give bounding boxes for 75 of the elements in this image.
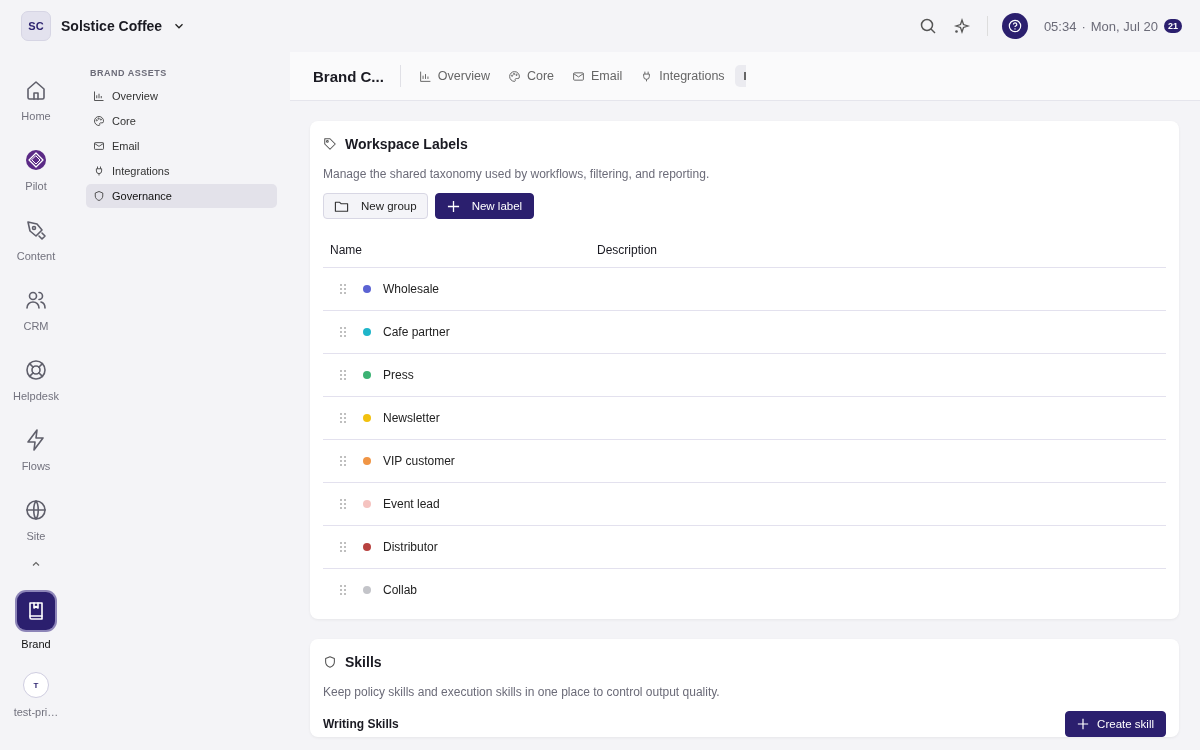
new-group-button[interactable]: New group [323, 193, 428, 219]
drag-handle-icon[interactable] [339, 455, 347, 467]
card-description: Keep policy skills and execution skills in one place to control output quality. [323, 685, 721, 699]
user-name[interactable]: test-pri… [13, 706, 59, 718]
label-name: Press [383, 368, 414, 382]
sparkle-icon[interactable] [952, 17, 971, 35]
help-button[interactable] [1001, 13, 1028, 39]
create-skill-button[interactable]: Create skill [1065, 711, 1166, 737]
notification-badge[interactable]: 21 [1164, 19, 1182, 33]
plus-icon [1077, 718, 1090, 730]
column-header: Description [596, 243, 658, 257]
palette-icon [507, 69, 521, 83]
subnav-item[interactable]: Core [86, 109, 277, 133]
plug-icon [93, 165, 105, 177]
workspace-avatar[interactable]: SC [21, 11, 51, 41]
cut-off-tab[interactable] [734, 65, 746, 87]
palette-icon [93, 115, 105, 127]
new-label-button[interactable]: New label [434, 193, 535, 219]
tab[interactable]: Email [572, 65, 623, 87]
label-name: Distributor [383, 540, 438, 554]
drag-handle-icon[interactable] [339, 498, 347, 510]
tag-icon [323, 137, 337, 151]
drag-handle-icon[interactable] [339, 283, 347, 295]
label-name: VIP customer [383, 454, 455, 468]
rail-label[interactable]: Brand [21, 638, 51, 650]
shield-icon [323, 655, 337, 669]
rail-label[interactable]: Content [16, 250, 56, 262]
section-heading: BRAND ASSETS [89, 68, 168, 80]
lifebuoy-icon[interactable] [24, 358, 48, 382]
label-name: Event lead [383, 497, 440, 511]
tab[interactable]: Overview [418, 65, 490, 87]
subnav-item[interactable]: Overview [86, 84, 277, 108]
page-title: Brand C... [313, 67, 384, 85]
pen-nib-icon[interactable] [24, 218, 48, 242]
column-header: Name [329, 243, 363, 257]
date-text: Mon, Jul 20 [1090, 18, 1158, 34]
search-icon[interactable] [918, 17, 937, 35]
bar-chart-icon [418, 69, 432, 83]
rail-label[interactable]: Helpdesk [13, 390, 59, 402]
rail-label[interactable]: Site [26, 530, 46, 542]
time-text: 05:34 [1043, 18, 1077, 34]
rail-label[interactable]: CRM [23, 320, 49, 332]
section-heading: Writing Skills [323, 717, 399, 731]
drag-handle-icon[interactable] [339, 541, 347, 553]
home-icon[interactable] [24, 78, 48, 102]
book-icon[interactable] [17, 592, 55, 630]
globe-icon[interactable] [24, 498, 48, 522]
drag-handle-icon[interactable] [339, 412, 347, 424]
help-icon[interactable] [1007, 19, 1022, 33]
separator-dot: · [1081, 18, 1086, 34]
mail-icon [93, 140, 105, 152]
shield-icon [93, 190, 105, 202]
drag-handle-icon[interactable] [339, 326, 347, 338]
card-title: Skills [345, 654, 382, 670]
subnav-item[interactable]: Integrations [86, 159, 277, 183]
tab[interactable]: Integrations [640, 65, 725, 87]
workspace-name[interactable]: Solstice Coffee [61, 18, 163, 34]
subnav-item[interactable]: Email [86, 134, 277, 158]
drag-handle-icon[interactable] [339, 369, 347, 381]
rail-label[interactable]: Pilot [25, 180, 47, 192]
label-name: Newsletter [383, 411, 440, 425]
rail-label[interactable]: Flows [21, 460, 51, 472]
mail-icon [572, 69, 586, 83]
bar-chart-icon [93, 90, 105, 102]
label-name: Collab [383, 583, 418, 597]
card-title: Workspace Labels [345, 136, 468, 152]
label-name: Cafe partner [383, 325, 450, 339]
rail-label[interactable]: Home [21, 110, 51, 122]
user-avatar[interactable]: T [23, 672, 49, 698]
drag-handle-icon[interactable] [339, 584, 347, 596]
label-name: Wholesale [383, 282, 440, 296]
plus-icon [446, 199, 460, 213]
tab[interactable]: Core [507, 65, 555, 87]
subnav-item[interactable]: Governance [86, 184, 277, 208]
card-description: Manage the shared taxonomy used by workflows, filtering, and reporting. [323, 167, 711, 181]
